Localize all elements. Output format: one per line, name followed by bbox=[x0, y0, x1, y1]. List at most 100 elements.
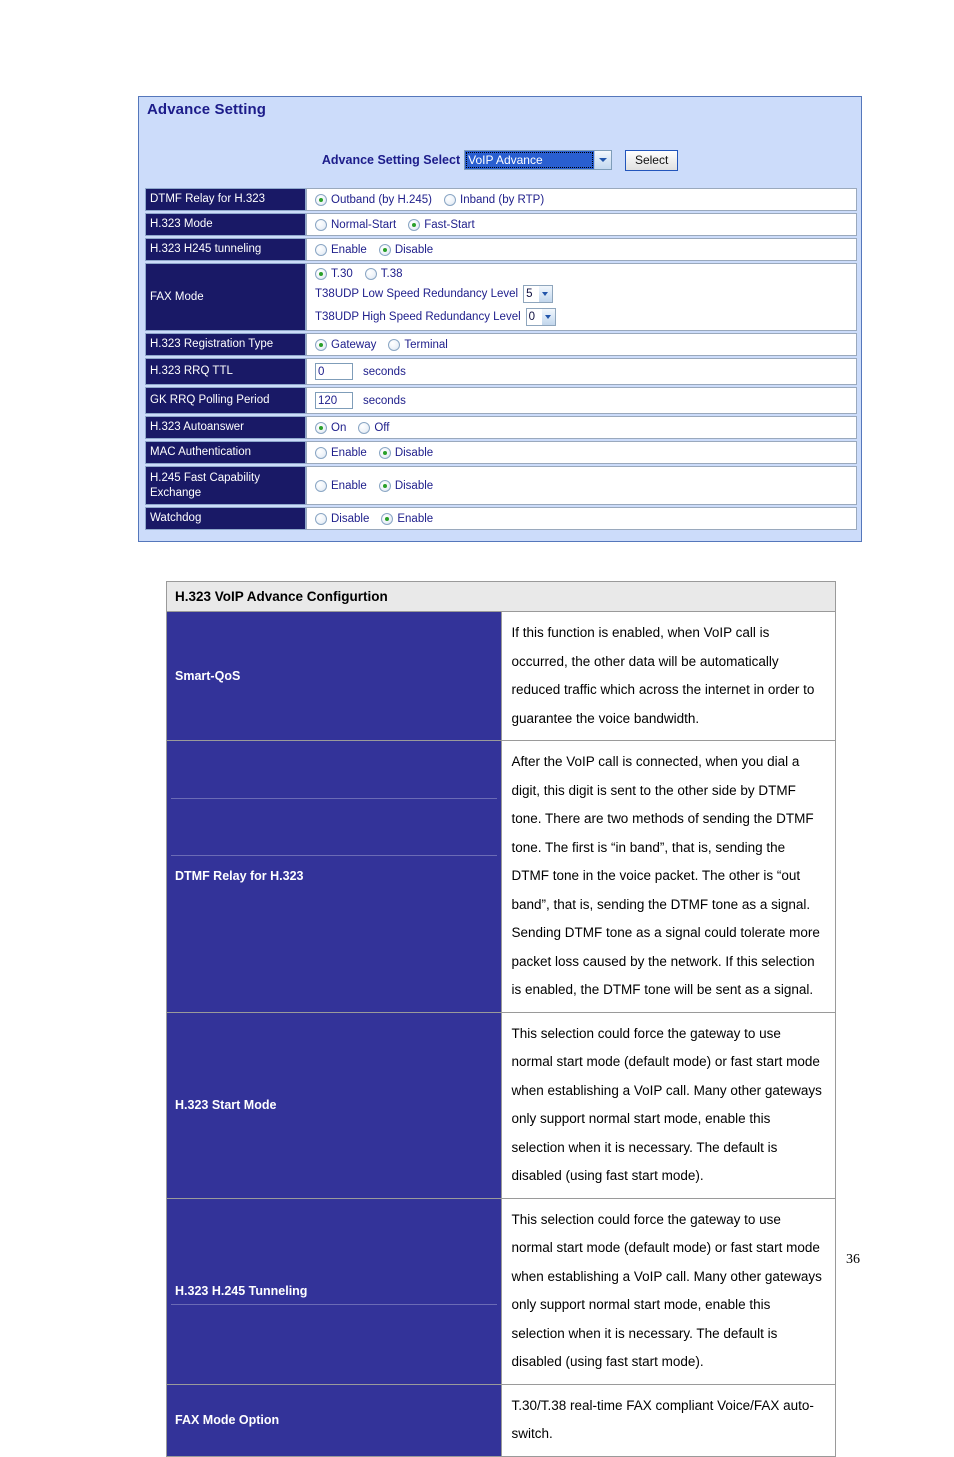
settings-row-label: DTMF Relay for H.323 bbox=[145, 188, 306, 211]
doc-table-key: Smart-QoS bbox=[166, 611, 502, 741]
radio-option[interactable]: Enable bbox=[315, 446, 367, 459]
radio-unselected-icon[interactable] bbox=[315, 479, 327, 492]
chevron-down-icon[interactable] bbox=[594, 151, 612, 169]
settings-row-control: Outband (by H.245) Inband (by RTP) bbox=[306, 188, 857, 211]
radio-option[interactable]: Enable bbox=[381, 512, 433, 525]
radio-selected-icon[interactable] bbox=[315, 421, 327, 434]
radio-option[interactable]: Disable bbox=[378, 479, 433, 492]
settings-row-label: H.323 Mode bbox=[145, 213, 306, 236]
settings-row-control: On Off bbox=[306, 416, 857, 439]
radio-option[interactable]: Disable bbox=[378, 446, 433, 459]
settings-row-control: Gateway Terminal bbox=[306, 333, 857, 356]
seconds-input[interactable] bbox=[315, 392, 353, 409]
settings-row-list: DTMF Relay for H.323 Outband (by H.245) In… bbox=[145, 188, 857, 532]
settings-row-control: Enable Disable bbox=[306, 466, 857, 505]
radio-option[interactable]: Gateway bbox=[315, 338, 376, 351]
settings-row-label: H.323 Autoanswer bbox=[145, 416, 306, 439]
doc-table-value: This selection could force the gateway t… bbox=[500, 1197, 836, 1385]
settings-row-control: Enable Disable bbox=[306, 441, 857, 464]
settings-row-label: H.323 RRQ TTL bbox=[145, 358, 306, 385]
radio-selected-icon[interactable] bbox=[381, 512, 394, 525]
page-number: 36 bbox=[846, 1252, 860, 1267]
table-row: DTMF Relay for H.323 After the VoIP call … bbox=[166, 740, 836, 1013]
doc-table-key: DTMF Relay for H.323 bbox=[166, 740, 502, 1013]
settings-row-label: Watchdog bbox=[145, 507, 306, 530]
doc-table-value: T.30/T.38 real-time FAX compliant Voice/… bbox=[500, 1383, 836, 1457]
radio-group: Enable Disable bbox=[315, 243, 856, 256]
radio-group: Enable Disable bbox=[315, 446, 856, 459]
radio-option-label: Normal-Start bbox=[331, 218, 397, 231]
text-input-row: seconds bbox=[315, 363, 856, 380]
radio-option[interactable]: Fast-Start bbox=[408, 218, 475, 231]
radio-option-label: Disable bbox=[394, 243, 434, 256]
radio-unselected-icon[interactable] bbox=[364, 268, 377, 280]
settings-row-label: H.323 Registration Type bbox=[145, 333, 306, 356]
settings-row: H.323 H245 tunneling Enable Disable bbox=[145, 238, 857, 261]
settings-row: GK RRQ Polling Period seconds bbox=[145, 387, 857, 414]
radio-option[interactable]: On bbox=[315, 421, 346, 434]
radio-selected-icon[interactable] bbox=[315, 268, 327, 280]
doc-table-key-label: DTMF Relay for H.323 bbox=[175, 869, 304, 884]
settings-row: H.323 Registration Type Gateway Terminal bbox=[145, 333, 857, 356]
radio-option[interactable]: Enable bbox=[315, 479, 367, 492]
radio-group: On Off bbox=[315, 421, 856, 434]
table-row: Smart-QoS If this function is enabled, wh… bbox=[166, 611, 836, 741]
settings-row-control: Enable Disable bbox=[306, 238, 857, 261]
radio-option-label: Disable bbox=[331, 512, 370, 525]
radio-option[interactable]: Inband (by RTP) bbox=[444, 193, 545, 206]
radio-unselected-icon[interactable] bbox=[444, 193, 457, 206]
radio-selected-icon[interactable] bbox=[408, 218, 421, 231]
radio-option[interactable]: Disable bbox=[315, 512, 370, 525]
radio-option[interactable]: T.30 bbox=[315, 268, 353, 280]
redundancy-level-dropdown[interactable]: 0 bbox=[525, 308, 556, 326]
radio-selected-icon[interactable] bbox=[378, 479, 391, 492]
advance-setting-select-dropdown[interactable]: VoIP Advance bbox=[464, 150, 613, 170]
redundancy-level-value: 0 bbox=[528, 311, 536, 323]
chevron-down-icon[interactable] bbox=[539, 286, 553, 302]
seconds-input[interactable] bbox=[315, 363, 353, 380]
radio-selected-icon[interactable] bbox=[315, 338, 327, 351]
radio-option[interactable]: Outband (by H.245) bbox=[315, 193, 433, 206]
cell-divider bbox=[171, 855, 497, 856]
radio-option[interactable]: Enable bbox=[315, 243, 367, 256]
radio-option[interactable]: T.38 bbox=[364, 268, 403, 280]
radio-option-label: Enable bbox=[331, 446, 367, 459]
radio-group: T.30 T.38 bbox=[315, 268, 856, 280]
settings-row-control: seconds bbox=[306, 387, 857, 414]
redundancy-level-dropdown[interactable]: 5 bbox=[523, 285, 554, 303]
settings-row: Watchdog Disable Enable bbox=[145, 507, 857, 530]
chevron-down-icon[interactable] bbox=[541, 309, 555, 325]
cell-divider bbox=[171, 1303, 497, 1305]
settings-row-label: FAX Mode bbox=[145, 263, 306, 331]
seconds-unit-label: seconds bbox=[363, 394, 406, 407]
doc-table-key: FAX Mode Option bbox=[166, 1383, 502, 1457]
radio-option[interactable]: Normal-Start bbox=[315, 218, 397, 231]
doc-table-header: H.323 VoIP Advance Configurtion bbox=[166, 581, 836, 612]
radio-option[interactable]: Disable bbox=[378, 243, 434, 256]
cell-divider bbox=[171, 798, 497, 799]
select-button[interactable]: Select bbox=[625, 149, 679, 171]
redundancy-level-label: T38UDP Low Speed Redundancy Level bbox=[315, 288, 519, 300]
radio-selected-icon[interactable] bbox=[378, 446, 391, 459]
radio-group: Normal-Start Fast-Start bbox=[315, 218, 856, 231]
radio-unselected-icon[interactable] bbox=[315, 446, 327, 459]
radio-unselected-icon[interactable] bbox=[388, 338, 401, 351]
radio-unselected-icon[interactable] bbox=[315, 243, 327, 256]
table-row: H.323 Start Mode This selection could for… bbox=[166, 1011, 836, 1199]
doc-table-header-row: H.323 VoIP Advance Configurtion bbox=[166, 581, 836, 612]
settings-row: MAC Authentication Enable Disable bbox=[145, 441, 857, 464]
radio-selected-icon[interactable] bbox=[378, 243, 391, 256]
radio-unselected-icon[interactable] bbox=[358, 421, 371, 434]
advance-setting-panel: Advance Setting Advance Setting Select V… bbox=[138, 96, 862, 542]
radio-option[interactable]: Off bbox=[358, 421, 389, 434]
radio-unselected-icon[interactable] bbox=[315, 218, 327, 231]
radio-unselected-icon[interactable] bbox=[315, 512, 327, 525]
radio-option[interactable]: Terminal bbox=[388, 338, 448, 351]
radio-selected-icon[interactable] bbox=[315, 193, 327, 206]
radio-option-label: T.30 bbox=[331, 268, 353, 280]
radio-option-label: Inband (by RTP) bbox=[460, 193, 545, 206]
doc-table-value: This selection could force the gateway t… bbox=[500, 1011, 836, 1199]
radio-option-label: Outband (by H.245) bbox=[331, 193, 433, 206]
settings-row-label: H.323 H245 tunneling bbox=[145, 238, 306, 261]
radio-group: Enable Disable bbox=[315, 479, 856, 492]
